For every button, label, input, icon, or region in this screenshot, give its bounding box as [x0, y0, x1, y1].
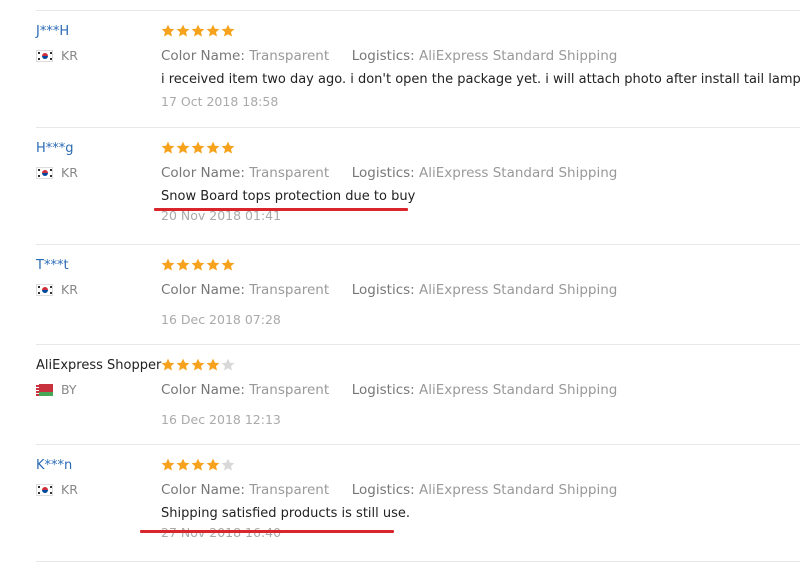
star-filled-icon [161, 358, 175, 372]
color-name-label: Color Name: [161, 165, 245, 181]
color-name-value: Transparent [249, 382, 330, 398]
star-filled-icon [191, 258, 205, 272]
review-meta: Color Name: Transparent Logistics: AliEx… [161, 282, 617, 298]
review-divider [36, 444, 800, 445]
reviewer-country: KR [36, 282, 78, 297]
review-text: Snow Board tops protection due to buy [161, 189, 416, 204]
review-meta: Color Name: Transparent Logistics: AliEx… [161, 482, 617, 498]
logistics-value: AliExpress Standard Shipping [419, 382, 618, 398]
star-filled-icon [191, 141, 205, 155]
star-filled-icon [206, 24, 220, 38]
star-filled-icon [206, 141, 220, 155]
highlight-underline [140, 530, 394, 533]
star-rating [161, 24, 800, 40]
kr-flag-icon [36, 49, 53, 62]
reviewer-country: KR [36, 165, 78, 180]
star-filled-icon [221, 24, 235, 38]
review-content: Color Name: Transparent Logistics: AliEx… [161, 24, 800, 109]
color-name-label: Color Name: [161, 48, 245, 64]
country-code: KR [61, 48, 78, 63]
star-filled-icon [191, 24, 205, 38]
review-text: Shipping satisfied products is still use… [161, 506, 411, 521]
review-meta: Color Name: Transparent Logistics: AliEx… [161, 382, 617, 398]
kr-flag-icon [36, 483, 53, 496]
reviewer: K***n KR [36, 458, 78, 497]
review-content: Color Name: Transparent Logistics: AliEx… [161, 358, 617, 427]
country-code: KR [61, 482, 78, 497]
review-date: 17 Oct 2018 18:58 [161, 94, 279, 109]
star-filled-icon [206, 258, 220, 272]
logistics-label: Logistics: [351, 165, 415, 181]
star-filled-icon [176, 258, 190, 272]
country-code: KR [61, 165, 78, 180]
color-name-value: Transparent [249, 48, 330, 64]
review-content: Color Name: Transparent Logistics: AliEx… [161, 258, 617, 327]
logistics-label: Logistics: [351, 282, 415, 298]
star-filled-icon [161, 458, 175, 472]
star-filled-icon [176, 358, 190, 372]
reviewer-country: KR [36, 482, 78, 497]
color-name-label: Color Name: [161, 482, 245, 498]
review-date: 16 Dec 2018 12:13 [161, 412, 281, 427]
reviewer: T***t KR [36, 258, 78, 297]
logistics-value: AliExpress Standard Shipping [419, 165, 618, 181]
color-name-label: Color Name: [161, 282, 245, 298]
star-filled-icon [161, 141, 175, 155]
review-divider [36, 244, 800, 245]
star-rating [161, 458, 617, 474]
star-filled-icon [221, 141, 235, 155]
star-filled-icon [176, 141, 190, 155]
reviewer-name[interactable]: AliExpress Shopper [36, 358, 161, 374]
country-code: KR [61, 282, 78, 297]
by-flag-icon [36, 383, 53, 396]
star-filled-icon [176, 24, 190, 38]
star-rating [161, 141, 617, 157]
reviewer: J***H KR [36, 24, 78, 63]
star-filled-icon [161, 258, 175, 272]
reviewer: H***g KR [36, 141, 78, 180]
logistics-value: AliExpress Standard Shipping [419, 482, 618, 498]
review-divider [36, 561, 800, 562]
reviewer-name[interactable]: K***n [36, 458, 78, 474]
star-filled-icon [176, 458, 190, 472]
reviewer-country: KR [36, 48, 78, 63]
color-name-value: Transparent [249, 282, 330, 298]
logistics-value: AliExpress Standard Shipping [419, 282, 618, 298]
star-filled-icon [206, 358, 220, 372]
color-name-value: Transparent [249, 482, 330, 498]
logistics-label: Logistics: [351, 482, 415, 498]
star-filled-icon [191, 358, 205, 372]
reviewer-name[interactable]: H***g [36, 141, 78, 157]
review-text: i received item two day ago. i don't ope… [161, 72, 800, 87]
star-filled-icon [221, 258, 235, 272]
star-empty-icon [221, 458, 235, 472]
review-date: 16 Dec 2018 07:28 [161, 312, 281, 327]
country-code: BY [61, 382, 77, 397]
star-filled-icon [206, 458, 220, 472]
color-name-label: Color Name: [161, 382, 245, 398]
kr-flag-icon [36, 283, 53, 296]
star-filled-icon [191, 458, 205, 472]
reviewer-name[interactable]: J***H [36, 24, 78, 40]
star-filled-icon [161, 24, 175, 38]
reviewer: AliExpress Shopper BY [36, 358, 161, 397]
logistics-label: Logistics: [351, 382, 415, 398]
highlight-underline [154, 208, 408, 211]
review-divider [36, 10, 800, 11]
color-name-value: Transparent [249, 165, 330, 181]
review-meta: Color Name: Transparent Logistics: AliEx… [161, 48, 800, 64]
reviewer-country: BY [36, 382, 161, 397]
review-content: Color Name: Transparent Logistics: AliEx… [161, 458, 617, 540]
review-meta: Color Name: Transparent Logistics: AliEx… [161, 165, 617, 181]
review-divider [36, 344, 800, 345]
star-empty-icon [221, 358, 235, 372]
reviewer-name[interactable]: T***t [36, 258, 78, 274]
star-rating [161, 258, 617, 274]
logistics-value: AliExpress Standard Shipping [419, 48, 618, 64]
kr-flag-icon [36, 166, 53, 179]
logistics-label: Logistics: [351, 48, 415, 64]
review-divider [36, 127, 800, 128]
star-rating [161, 358, 617, 374]
